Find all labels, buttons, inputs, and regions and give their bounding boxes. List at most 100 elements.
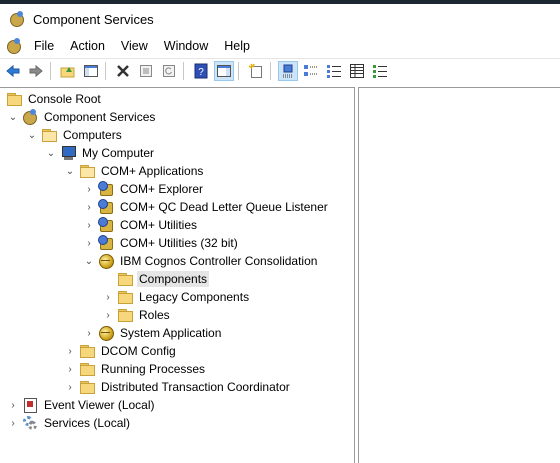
tree-label: COM+ Applications — [101, 164, 204, 178]
tree-node-roles[interactable]: › Roles — [103, 306, 172, 324]
delete-button[interactable] — [113, 61, 133, 81]
computer-icon — [60, 145, 76, 161]
tree-label: Console Root — [28, 92, 101, 106]
folder-icon — [41, 127, 57, 143]
toolbar-separator — [270, 62, 271, 80]
expand-arrow-icon[interactable]: ⌄ — [84, 252, 94, 270]
export-list-icon — [373, 65, 387, 78]
collapse-arrow-icon[interactable]: › — [84, 216, 94, 234]
com-application-icon — [98, 181, 114, 197]
tree-node-components[interactable]: Components — [103, 270, 210, 288]
tree-node-services[interactable]: › Services (Local) — [8, 414, 132, 432]
menu-window[interactable]: Window — [156, 35, 216, 57]
tree-node-my-computer[interactable]: ⌄ My Computer — [46, 144, 156, 162]
toolbar-separator — [105, 62, 106, 80]
collapse-arrow-icon[interactable]: › — [84, 198, 94, 216]
tree-label: My Computer — [82, 146, 155, 160]
tree-node-system-application[interactable]: › System Application — [84, 324, 223, 342]
large-icons-icon — [283, 64, 293, 78]
tree-node-dcom-config[interactable]: › DCOM Config — [65, 342, 178, 360]
new-button[interactable] — [246, 61, 266, 81]
show-hide-tree-button[interactable] — [81, 61, 101, 81]
folder-icon — [117, 271, 133, 287]
refresh-button[interactable] — [159, 61, 179, 81]
menu-file[interactable]: File — [26, 35, 62, 57]
tree-node-com-utilities[interactable]: › COM+ Utilities — [84, 216, 199, 234]
back-icon — [6, 64, 20, 78]
action-pane-button[interactable] — [214, 61, 234, 81]
collapse-arrow-icon[interactable]: › — [65, 360, 75, 378]
tree-label: Components — [137, 271, 210, 287]
result-pane[interactable] — [358, 87, 560, 463]
title-bar: Component Services — [0, 4, 560, 34]
list-button[interactable] — [324, 61, 344, 81]
collapse-arrow-icon[interactable]: › — [8, 414, 18, 432]
back-button[interactable] — [3, 61, 23, 81]
com-application-icon — [98, 199, 114, 215]
tree-node-com-applications[interactable]: ⌄ COM+ Applications — [65, 162, 205, 180]
folder-icon — [79, 163, 95, 179]
export-list-button[interactable] — [370, 61, 390, 81]
toolbar: ? — [0, 58, 560, 83]
tree-label: IBM Cognos Controller Consolidation — [120, 254, 318, 268]
collapse-arrow-icon[interactable]: › — [8, 396, 18, 414]
tree-node-distributed-transaction-coordinator[interactable]: › Distributed Transaction Coordinator — [65, 378, 292, 396]
collapse-arrow-icon[interactable]: › — [84, 180, 94, 198]
tree-node-com-utilities-32[interactable]: › COM+ Utilities (32 bit) — [84, 234, 240, 252]
details-icon — [350, 64, 364, 78]
list-icon — [327, 65, 341, 78]
tree-node-event-viewer[interactable]: › Event Viewer (Local) — [8, 396, 157, 414]
tree-label: Roles — [139, 308, 170, 322]
event-viewer-icon — [22, 397, 38, 413]
component-services-icon — [9, 11, 25, 27]
detail-button[interactable] — [347, 61, 367, 81]
console-tree: Console Root ⌄ Component Services ⌄ Comp… — [0, 87, 355, 463]
tree-node-console-root[interactable]: Console Root — [6, 90, 103, 108]
menu-view[interactable]: View — [113, 35, 156, 57]
component-services-icon — [22, 109, 38, 125]
folder-icon — [6, 91, 22, 107]
toolbar-separator — [238, 62, 239, 80]
action-pane-icon — [217, 65, 231, 77]
tree-node-com-explorer[interactable]: › COM+ Explorer — [84, 180, 205, 198]
tree-node-component-services[interactable]: ⌄ Component Services — [8, 108, 157, 126]
forward-button[interactable] — [26, 61, 46, 81]
collapse-arrow-icon[interactable]: › — [65, 342, 75, 360]
tree-node-legacy-components[interactable]: › Legacy Components — [103, 288, 251, 306]
collapse-arrow-icon[interactable]: › — [65, 378, 75, 396]
large-icons-button[interactable] — [278, 61, 298, 81]
small-icons-button[interactable] — [301, 61, 321, 81]
system-menu-icon[interactable] — [6, 38, 22, 54]
window-title: Component Services — [33, 11, 154, 27]
up-folder-icon — [60, 67, 75, 78]
tree-node-running-processes[interactable]: › Running Processes — [65, 360, 207, 378]
tree-node-computers[interactable]: ⌄ Computers — [27, 126, 124, 144]
refresh-icon — [163, 65, 175, 77]
toolbar-separator — [183, 62, 184, 80]
tree-label: COM+ Utilities — [120, 218, 198, 232]
up-one-level-button[interactable] — [58, 61, 78, 81]
toolbar-separator — [50, 62, 51, 80]
com-application-ball-icon — [98, 325, 114, 341]
tree-node-ibm-cognos[interactable]: ⌄ IBM Cognos Controller Consolidation — [84, 252, 319, 270]
collapse-arrow-icon[interactable]: › — [84, 324, 94, 342]
collapse-arrow-icon[interactable]: › — [103, 306, 113, 324]
collapse-arrow-icon[interactable]: › — [84, 234, 94, 252]
tree-label: Component Services — [44, 110, 156, 124]
menu-help[interactable]: Help — [216, 35, 258, 57]
expand-arrow-icon[interactable]: ⌄ — [8, 108, 18, 126]
collapse-arrow-icon[interactable]: › — [103, 288, 113, 306]
expand-arrow-icon[interactable]: ⌄ — [65, 162, 75, 180]
com-application-ball-icon — [98, 253, 114, 269]
tree-node-com-qc-dead-letter[interactable]: › COM+ QC Dead Letter Queue Listener — [84, 198, 330, 216]
menu-action[interactable]: Action — [62, 35, 113, 57]
tree-label: COM+ Utilities (32 bit) — [120, 236, 238, 250]
properties-button[interactable] — [136, 61, 156, 81]
help-button[interactable]: ? — [191, 61, 211, 81]
tree-label: Running Processes — [101, 362, 206, 376]
tree-label: Services (Local) — [44, 416, 131, 430]
tree-label: Distributed Transaction Coordinator — [101, 380, 290, 394]
expand-arrow-icon[interactable]: ⌄ — [27, 126, 37, 144]
expand-arrow-icon[interactable]: ⌄ — [46, 144, 56, 162]
